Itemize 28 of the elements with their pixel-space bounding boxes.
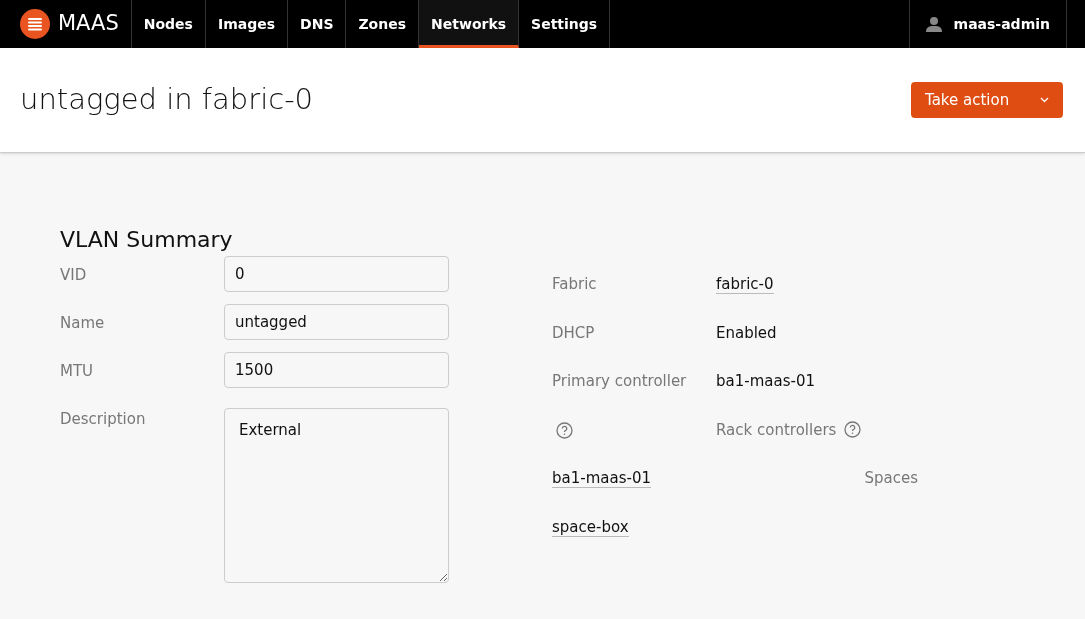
detail-value: Enabled	[716, 322, 778, 344]
field-label: VID	[60, 265, 88, 286]
input-field[interactable]: untagged	[224, 304, 449, 340]
detail-label: DHCP	[552, 322, 596, 344]
help-icon[interactable]	[844, 421, 862, 439]
input-field[interactable]: 0	[224, 256, 449, 292]
nav-tab[interactable]: Networks	[419, 0, 520, 48]
detail-value: ba1-maas-01	[716, 371, 816, 392]
description-field[interactable]: External	[224, 408, 449, 583]
help-icon[interactable]	[556, 421, 573, 439]
detail-label: Rack controllers	[716, 419, 837, 441]
section-title: VLAN Summary	[60, 226, 234, 254]
detail-label: Spaces	[863, 468, 918, 489]
field-label: Name	[60, 313, 106, 334]
brand-name: MAAS	[58, 10, 119, 38]
link[interactable]: space-box	[552, 517, 629, 537]
input-field[interactable]: 1500	[224, 352, 449, 388]
field-label: Description	[60, 409, 147, 430]
caret-icon	[1040, 97, 1049, 103]
field-label: MTU	[60, 361, 95, 382]
logo-icon	[20, 9, 50, 39]
detail-label: Primary controller	[552, 371, 688, 392]
take-action-button[interactable]: Take action	[911, 82, 1063, 118]
link[interactable]: fabric-0	[716, 275, 774, 294]
detail-label: Fabric	[552, 274, 598, 295]
page-title: untagged in fabric-0	[20, 81, 314, 119]
user-icon	[925, 16, 942, 32]
link[interactable]: ba1-maas-01	[552, 469, 651, 488]
